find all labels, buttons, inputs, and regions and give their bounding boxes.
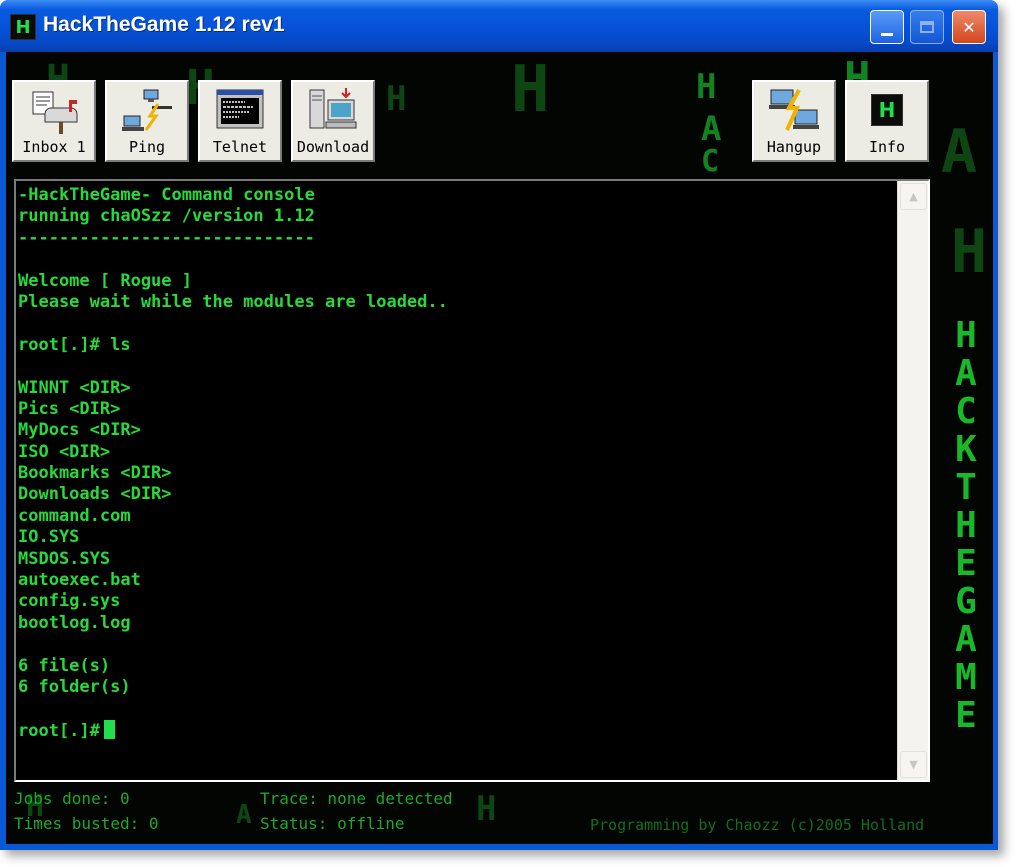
console-line: Downloads <DIR>	[18, 484, 172, 505]
chevron-up-icon: ▲	[909, 190, 918, 203]
background-glyph: H	[476, 789, 497, 829]
window-title: HackTheGame 1.12 rev1	[43, 13, 285, 36]
console-line: MSDOS.SYS	[18, 548, 111, 569]
info-icon: H	[862, 86, 912, 134]
info-label: Info	[868, 138, 906, 156]
close-icon: ✕	[962, 17, 976, 37]
times-busted-status: Times busted: 0	[14, 814, 159, 833]
console-line: Bookmarks <DIR>	[18, 463, 172, 484]
trace-status: Trace: none detected	[260, 789, 453, 808]
ping-label: Ping	[128, 138, 166, 156]
download-button[interactable]: Download	[291, 80, 375, 162]
info-icon-letter: H	[871, 94, 903, 126]
vertical-title-letter: T	[955, 467, 977, 508]
text-cursor	[103, 719, 115, 739]
console-line: -----------------------------	[18, 227, 315, 248]
console-line: Pics <DIR>	[18, 398, 121, 419]
vertical-title-letter: H	[955, 315, 977, 356]
ping-network-icon	[122, 89, 172, 131]
vertical-title-letter: C	[955, 391, 977, 432]
background-glyph: H	[696, 67, 717, 107]
maximize-button[interactable]	[910, 10, 944, 44]
download-label: Download	[296, 138, 370, 156]
hangup-button[interactable]: Hangup	[752, 80, 836, 162]
console-line: autoexec.bat	[18, 570, 141, 591]
background-glyph: A	[941, 117, 978, 187]
vertical-title-letter: M	[955, 657, 977, 698]
background-glyph: A	[236, 800, 252, 830]
jobs-done-status: Jobs done: 0	[14, 789, 130, 808]
vertical-title-letter: A	[955, 353, 977, 394]
console-line: ISO <DIR>	[18, 441, 111, 462]
telnet-terminal-icon	[216, 89, 264, 129]
app-icon[interactable]: H	[10, 14, 36, 40]
console-line: IO.SYS	[18, 527, 80, 548]
download-computer-icon	[309, 88, 357, 129]
console-line: command.com	[18, 505, 131, 526]
console-line: Please wait while the modules are loaded…	[18, 291, 448, 312]
inbox-button[interactable]: Inbox 1	[12, 80, 96, 162]
connection-status: Status: offline	[260, 814, 405, 833]
background-glyph: H	[951, 217, 988, 287]
maximize-icon	[920, 21, 934, 33]
console-line: running chaOSzz /version 1.12	[18, 206, 315, 227]
console-line: 6 file(s)	[18, 655, 111, 676]
console-output: -HackTheGame- Command console running cha…	[18, 185, 898, 741]
vertical-title-letter: H	[955, 505, 977, 546]
title-bar[interactable]: H HackTheGame 1.12 rev1 ✕	[0, 0, 998, 52]
vertical-title-letter: K	[955, 429, 977, 470]
background-glyph: H	[386, 79, 407, 119]
minimize-icon	[881, 32, 893, 36]
vertical-game-title: HACKTHEGAME	[941, 317, 991, 735]
background-glyph: H	[511, 53, 550, 127]
console-line: -HackTheGame- Command console	[18, 185, 315, 205]
vertical-title-letter: A	[955, 619, 977, 660]
scroll-down-button[interactable]: ▼	[900, 751, 927, 778]
telnet-label: Telnet	[212, 138, 268, 156]
console-prompt: root[.]#	[18, 720, 100, 741]
telnet-button[interactable]: Telnet	[198, 80, 282, 162]
credit-text: Programming by Chaozz (c)2005 Holland	[590, 816, 925, 834]
minimize-button[interactable]	[870, 10, 904, 44]
background-glyph: C	[701, 144, 720, 179]
vertical-title-letter: G	[955, 581, 977, 622]
console-line: config.sys	[18, 591, 121, 612]
ping-button[interactable]: Ping	[105, 80, 189, 162]
mailbox-icon	[32, 91, 78, 134]
console-line: 6 folder(s)	[18, 676, 131, 697]
console-line: root[.]# ls	[18, 334, 131, 355]
vertical-title-letter: E	[955, 695, 977, 736]
info-button[interactable]: H Info	[845, 80, 929, 162]
console-line: bootlog.log	[18, 612, 131, 633]
console-prompt-line[interactable]: root[.]#	[18, 719, 898, 741]
close-button[interactable]: ✕	[952, 10, 986, 44]
client-area: H H H H H A C H A H H A H HACKTHEGAME In…	[6, 52, 993, 844]
console-scrollbar[interactable]: ▲ ▼	[897, 181, 928, 780]
command-console[interactable]: -HackTheGame- Command console running cha…	[14, 179, 930, 782]
chevron-down-icon: ▼	[909, 758, 918, 771]
inbox-label: Inbox 1	[22, 138, 86, 156]
vertical-title-letter: E	[955, 543, 977, 584]
hangup-network-icon	[769, 89, 819, 131]
app-window: H HackTheGame 1.12 rev1 ✕ H H H H H A C …	[0, 0, 998, 850]
hangup-label: Hangup	[766, 138, 822, 156]
console-line: WINNT <DIR>	[18, 377, 131, 398]
background-glyph: A	[701, 109, 722, 149]
console-line: MyDocs <DIR>	[18, 420, 141, 441]
scroll-up-button[interactable]: ▲	[900, 183, 927, 210]
console-line: Welcome [ Rogue ]	[18, 270, 192, 291]
